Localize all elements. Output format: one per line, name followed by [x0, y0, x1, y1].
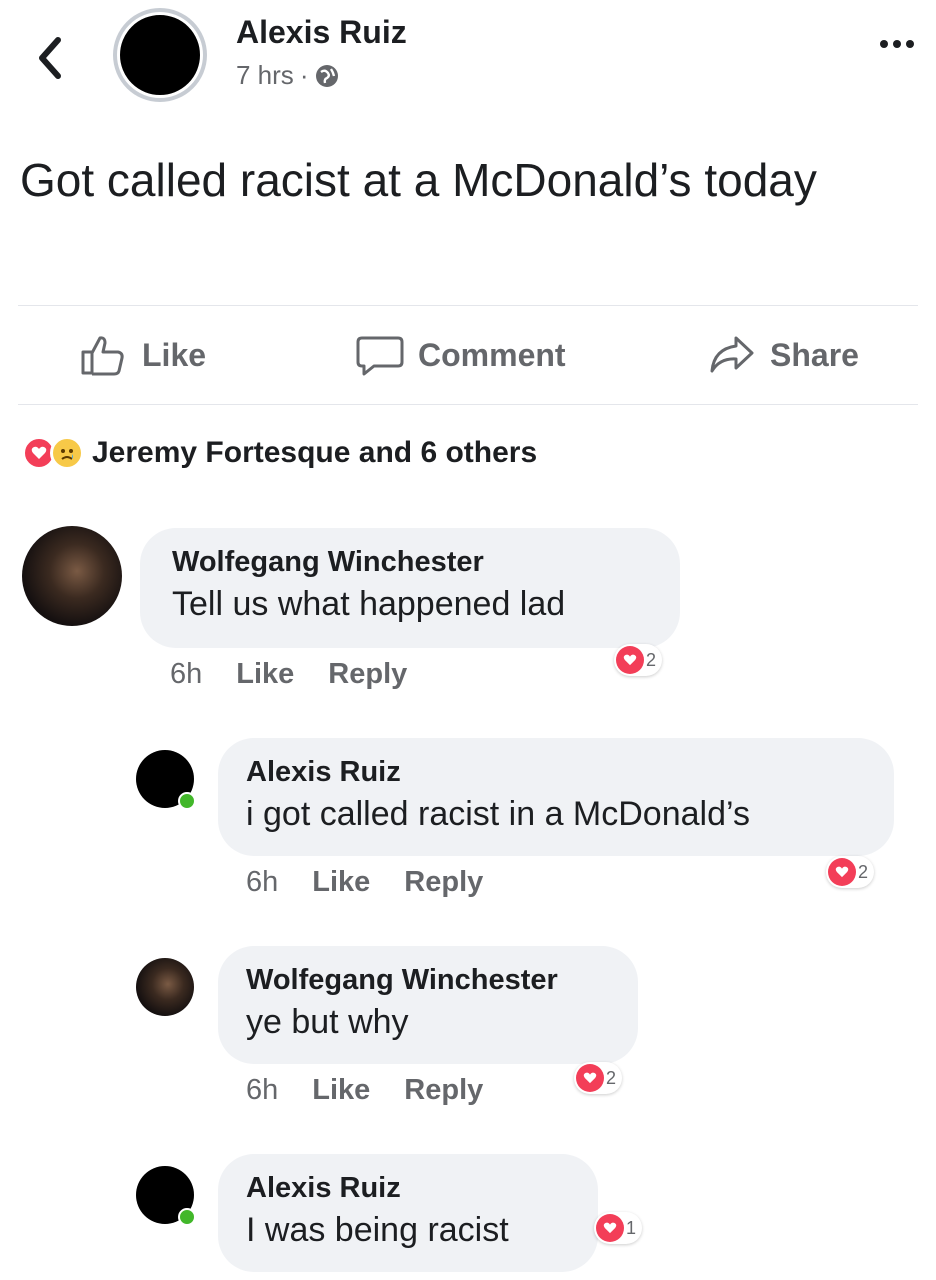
- love-reaction-icon: [828, 858, 856, 886]
- love-reaction-icon: [576, 1064, 604, 1092]
- comment-reaction-badge[interactable]: 2: [574, 1062, 623, 1094]
- online-status-indicator: [178, 792, 196, 810]
- comment-time[interactable]: 6h: [170, 658, 202, 691]
- comment-reply-button[interactable]: Reply: [328, 658, 407, 691]
- love-reaction-icon: [596, 1214, 624, 1242]
- comment-bubble: Alexis Ruiz i got called racist in a McD…: [218, 738, 894, 856]
- reactions-names: Jeremy Fortesque and 6 others: [92, 436, 538, 469]
- comment-reply-button[interactable]: Reply: [404, 866, 483, 899]
- post-text: Got called racist at a McDonald’s today: [20, 154, 817, 206]
- comment-meta: 6h Like Reply: [170, 658, 407, 691]
- comment-author[interactable]: Alexis Ruiz: [246, 1172, 598, 1205]
- like-label: Like: [142, 336, 207, 373]
- comment-reply-button[interactable]: Reply: [404, 1074, 483, 1107]
- meta-separator: ·: [299, 60, 309, 90]
- like-button[interactable]: Like: [80, 334, 206, 376]
- divider: [18, 404, 918, 405]
- reaction-count: 1: [626, 1217, 637, 1238]
- comment-bubble: Alexis Ruiz I was being racist: [218, 1154, 598, 1272]
- dot-icon: [880, 40, 888, 48]
- comment-like-button[interactable]: Like: [312, 866, 370, 899]
- comment-like-button[interactable]: Like: [312, 1074, 370, 1107]
- chevron-left-icon: [39, 37, 61, 79]
- post-meta: 7 hrs ·: [236, 60, 340, 91]
- globe-icon: [316, 64, 339, 87]
- comment-time[interactable]: 6h: [246, 866, 278, 899]
- reaction-count: 2: [606, 1067, 617, 1088]
- comment-icon: [356, 336, 404, 376]
- love-reaction-icon: [616, 646, 644, 674]
- post-author[interactable]: Alexis Ruiz: [236, 14, 407, 51]
- dot-icon: [893, 40, 901, 48]
- share-label: Share: [770, 336, 859, 373]
- comment-text: I was being racist: [246, 1211, 509, 1249]
- comment-author[interactable]: Alexis Ruiz: [246, 756, 894, 789]
- comment-reaction-badge[interactable]: 2: [614, 644, 663, 676]
- commenter-avatar[interactable]: [136, 958, 194, 1016]
- comment-meta: 6h Like Reply: [246, 866, 483, 899]
- dot-icon: [906, 40, 914, 48]
- back-button[interactable]: [30, 30, 70, 86]
- comment-button[interactable]: Comment: [356, 334, 566, 376]
- share-button[interactable]: Share: [708, 334, 859, 376]
- comment-label: Comment: [418, 336, 566, 373]
- post-time[interactable]: 7 hrs: [236, 60, 294, 91]
- comment-bubble: Wolfegang Winchester ye but why: [218, 946, 638, 1064]
- reactions-summary[interactable]: Jeremy Fortesque and 6 others: [22, 436, 537, 470]
- comment-text: Tell us what happened lad: [172, 585, 566, 623]
- comment-time[interactable]: 6h: [246, 1074, 278, 1107]
- divider: [18, 305, 918, 306]
- comment-text: ye but why: [246, 1003, 409, 1041]
- comment-text: i got called racist in a McDonald’s: [246, 795, 750, 833]
- comment-reaction-badge[interactable]: 1: [594, 1212, 643, 1244]
- share-icon: [710, 336, 754, 373]
- thumbs-up-icon: [81, 336, 124, 376]
- reaction-count: 2: [858, 861, 869, 882]
- comment-bubble: Wolfegang Winchester Tell us what happen…: [140, 528, 680, 648]
- comment-author[interactable]: Wolfegang Winchester: [246, 964, 638, 997]
- commenter-avatar[interactable]: [22, 526, 122, 626]
- more-options-button[interactable]: [880, 40, 914, 48]
- online-status-indicator: [178, 1208, 196, 1226]
- comment-like-button[interactable]: Like: [236, 658, 294, 691]
- comment-reaction-badge[interactable]: 2: [826, 856, 875, 888]
- author-avatar[interactable]: [113, 8, 207, 102]
- sad-reaction-icon: [50, 436, 84, 470]
- reaction-count: 2: [646, 649, 657, 670]
- comment-meta: 6h Like Reply: [246, 1074, 483, 1107]
- comment-author[interactable]: Wolfegang Winchester: [172, 546, 680, 579]
